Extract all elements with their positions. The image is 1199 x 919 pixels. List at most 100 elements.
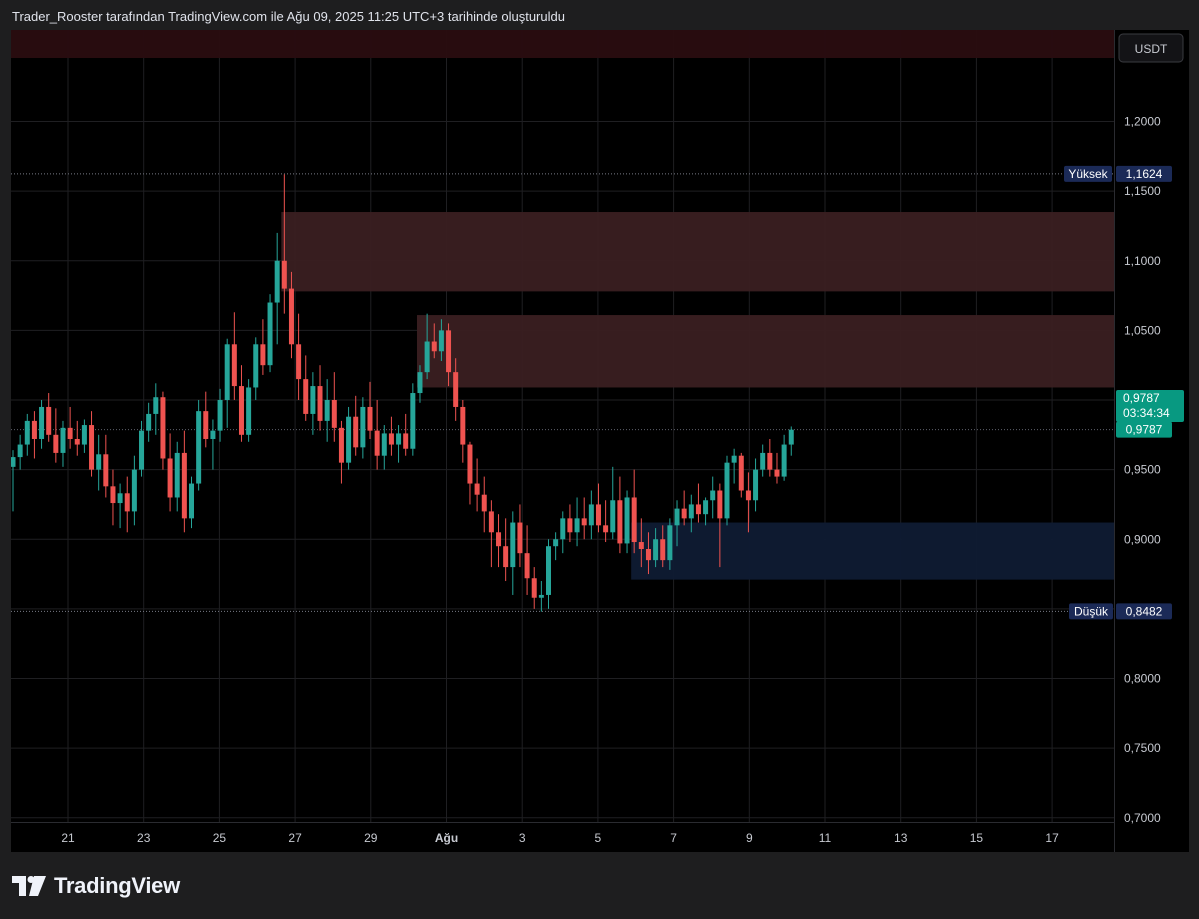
candle-body xyxy=(595,504,601,526)
candle-body xyxy=(617,500,623,544)
candle-body xyxy=(510,522,516,568)
candle-body xyxy=(310,386,316,414)
candle-body xyxy=(724,462,730,519)
candle-up xyxy=(81,419,87,453)
candle-body xyxy=(103,454,109,487)
candle-down xyxy=(631,469,637,554)
candle-down xyxy=(681,490,687,526)
candle-body xyxy=(760,452,766,470)
candle-body xyxy=(224,344,230,400)
candle-up xyxy=(196,400,202,491)
countdown-timer: 03:34:34 xyxy=(1123,406,1170,420)
candle-body xyxy=(288,288,294,345)
time-axis: 21 23 25 27 29 Ağu 3 5 7 9 11 13 15 17 xyxy=(61,831,1059,845)
price-tick-label: 0,9500 xyxy=(1124,463,1161,477)
candle-body xyxy=(531,578,537,598)
candle-body xyxy=(31,420,37,439)
candle-body xyxy=(296,344,302,380)
candle-body xyxy=(260,344,266,366)
candle-up xyxy=(274,232,280,345)
candle-body xyxy=(338,427,344,463)
candle-body xyxy=(567,518,573,533)
candle-up xyxy=(189,476,194,529)
low-value: 0,8482 xyxy=(1126,604,1163,618)
candle-down xyxy=(124,476,130,533)
candle-down xyxy=(181,430,187,533)
candle-body xyxy=(638,542,644,549)
currency-badge[interactable]: USDT xyxy=(1118,33,1184,63)
candle-down xyxy=(496,514,502,568)
candle-body xyxy=(17,444,23,458)
candle-body xyxy=(517,522,523,554)
candle-body xyxy=(374,430,380,456)
candle-body xyxy=(238,386,244,435)
candle-body xyxy=(96,454,102,470)
date-tick-label: 23 xyxy=(137,831,151,845)
price-tick-label: 0,7000 xyxy=(1124,811,1161,825)
candle-body xyxy=(653,539,659,561)
candle-down xyxy=(303,355,309,421)
candle-body xyxy=(231,344,237,387)
candle-down xyxy=(595,483,601,533)
candle-body xyxy=(481,494,487,512)
tradingview-logo[interactable]: TradingView xyxy=(12,873,180,899)
band-zone xyxy=(11,30,1114,58)
candle-body xyxy=(367,406,373,431)
candle-body xyxy=(210,430,216,439)
candle-up xyxy=(724,455,730,526)
high-label: Yüksek xyxy=(1068,167,1108,181)
candle-down xyxy=(460,400,466,463)
candle-up xyxy=(11,450,16,512)
candle-body xyxy=(67,427,73,439)
candle-body xyxy=(438,330,444,352)
candle-down xyxy=(331,372,337,442)
date-tick-label: 5 xyxy=(595,831,602,845)
candle-down xyxy=(774,452,780,484)
candle-body xyxy=(167,458,173,498)
price-tick-label: 0,7500 xyxy=(1124,741,1161,755)
candle-body xyxy=(117,493,123,504)
candle-down xyxy=(503,518,509,582)
candle-body xyxy=(424,341,430,373)
supply-zone xyxy=(281,212,1114,292)
candle-down xyxy=(403,413,409,456)
candle-body xyxy=(360,406,366,448)
candle-up xyxy=(224,338,230,428)
candle-body xyxy=(774,469,780,477)
candle-body xyxy=(324,400,330,421)
date-tick-label: 25 xyxy=(213,831,227,845)
candle-down xyxy=(53,408,59,463)
candle-down xyxy=(74,420,80,456)
date-tick-label: 3 xyxy=(519,831,526,845)
candle-body xyxy=(217,400,223,431)
candle-down xyxy=(160,391,166,470)
candle-body xyxy=(246,387,252,435)
price-tick-label: 1,1500 xyxy=(1124,184,1161,198)
candle-up xyxy=(710,476,716,519)
chart-frame[interactable]: 1,2000 1,1500 1,1000 1,0500 0,9500 0,9000 0,80… xyxy=(11,30,1189,852)
candle-body xyxy=(538,594,544,598)
chart-grid xyxy=(11,30,1115,852)
candle-down xyxy=(738,452,744,498)
candle-up xyxy=(131,455,137,526)
candle-down xyxy=(531,567,537,609)
candle-body xyxy=(417,372,423,394)
candle-up xyxy=(553,532,559,561)
candle-up xyxy=(210,419,216,470)
candle-body xyxy=(396,433,402,445)
candle-body xyxy=(645,548,651,561)
candle-up xyxy=(96,434,102,491)
candle-body xyxy=(181,452,187,519)
date-tick-label: 17 xyxy=(1045,831,1059,845)
date-tick-label: 27 xyxy=(288,831,302,845)
candle-down xyxy=(367,381,373,439)
candle-down xyxy=(603,500,609,543)
candle-body xyxy=(574,518,580,533)
candle-down xyxy=(524,525,530,595)
low-label: Düşük xyxy=(1074,604,1109,618)
candle-body xyxy=(660,539,666,561)
candle-body xyxy=(74,438,80,445)
candle-body xyxy=(253,344,259,388)
price-chart[interactable]: 1,2000 1,1500 1,1000 1,0500 0,9500 0,9000 0,80… xyxy=(11,30,1189,852)
candle-down xyxy=(388,416,394,456)
